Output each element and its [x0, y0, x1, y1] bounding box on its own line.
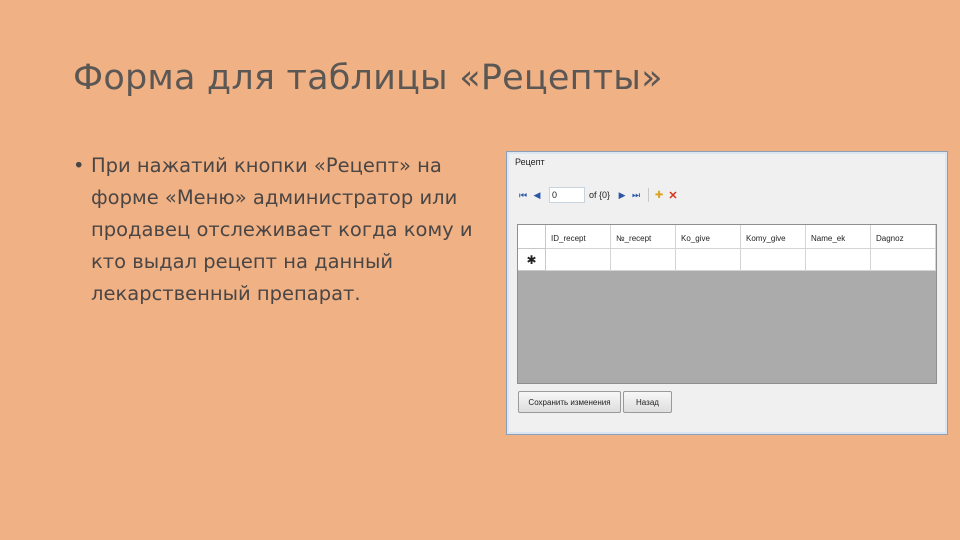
- new-row-marker-icon[interactable]: ✱: [518, 249, 546, 271]
- column-header-name-ek[interactable]: Name_ek: [806, 225, 871, 249]
- column-header-ko-give[interactable]: Ko_give: [676, 225, 741, 249]
- position-input[interactable]: 0: [549, 187, 585, 203]
- move-next-icon[interactable]: ▶: [616, 188, 628, 202]
- window-title: Рецепт: [515, 157, 545, 167]
- row-header-corner[interactable]: [518, 225, 546, 249]
- bullet-point: • При нажатий кнопки «Рецепт» на форме «…: [73, 150, 503, 310]
- move-previous-icon[interactable]: ◀: [531, 188, 543, 202]
- new-row[interactable]: ✱: [518, 249, 936, 271]
- toolbar-separator: [648, 188, 650, 202]
- table-cell[interactable]: [871, 249, 936, 271]
- table-cell[interactable]: [611, 249, 676, 271]
- count-label: of {0}: [589, 190, 611, 200]
- recipe-form-window: Рецепт ⏮ ◀ 0 of {0} ▶ ⏭ ✚ ✕ ID_recept №_…: [506, 151, 948, 435]
- column-header-id-recept[interactable]: ID_recept: [546, 225, 611, 249]
- back-button[interactable]: Назад: [623, 391, 672, 413]
- table-cell[interactable]: [741, 249, 806, 271]
- save-changes-button[interactable]: Сохранить изменения: [518, 391, 621, 413]
- recipes-data-grid[interactable]: ID_recept №_recept Ko_give Komy_give Nam…: [517, 224, 937, 384]
- table-cell[interactable]: [806, 249, 871, 271]
- column-header-komy-give[interactable]: Komy_give: [741, 225, 806, 249]
- table-cell[interactable]: [676, 249, 741, 271]
- slide-title: Форма для таблицы «Рецепты»: [73, 58, 663, 98]
- bullet-dot: •: [73, 154, 85, 177]
- column-header-dagnoz[interactable]: Dagnoz: [871, 225, 936, 249]
- move-first-icon[interactable]: ⏮: [517, 188, 529, 202]
- column-header-no-recept[interactable]: №_recept: [611, 225, 676, 249]
- delete-icon[interactable]: ✕: [667, 188, 679, 202]
- grid-header-row: ID_recept №_recept Ko_give Komy_give Nam…: [518, 225, 936, 249]
- binding-navigator: ⏮ ◀ 0 of {0} ▶ ⏭ ✚ ✕: [517, 185, 937, 205]
- add-new-icon[interactable]: ✚: [653, 188, 665, 202]
- move-last-icon[interactable]: ⏭: [630, 188, 642, 202]
- table-cell[interactable]: [546, 249, 611, 271]
- bullet-text: При нажатий кнопки «Рецепт» на форме «Ме…: [91, 154, 473, 305]
